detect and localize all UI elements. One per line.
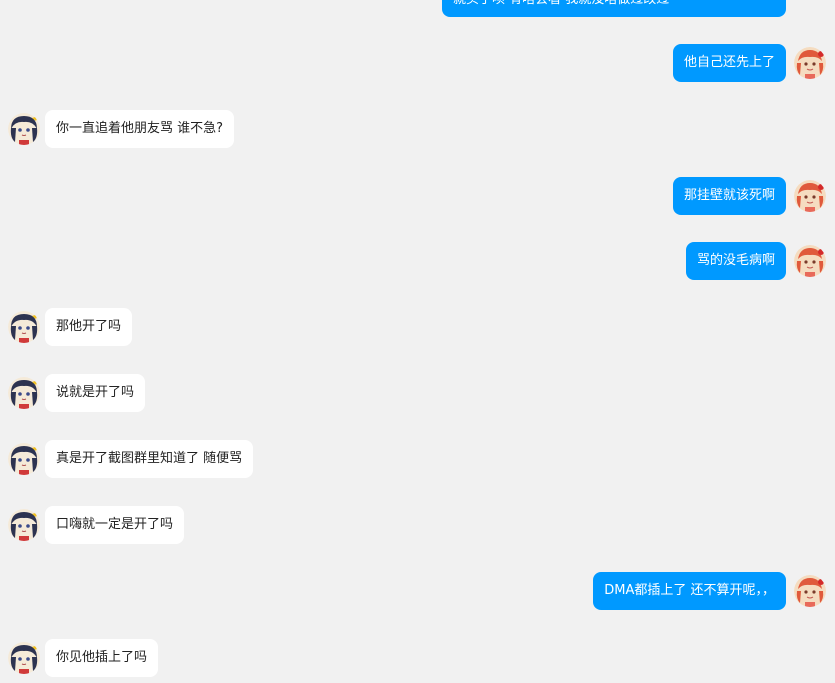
dark-hair-girl-avatar-icon [8,642,40,674]
message-bubble-incoming[interactable]: 你见他插上了吗 [45,639,159,677]
red-hair-girl-avatar-icon [794,47,826,79]
message-bubble-incoming[interactable]: 说就是开了吗 [45,374,146,412]
dark-hair-girl-avatar-icon [8,443,40,475]
message-row-outgoing: 他自己还先上了 [0,43,835,83]
contact-avatar[interactable] [8,311,40,343]
message-bubble-outgoing[interactable]: 他自己还先上了 [672,44,786,82]
self-avatar[interactable] [794,47,826,79]
message-row-outgoing: 那挂壁就该死啊 [0,176,835,216]
dark-hair-girl-avatar-icon [8,377,40,409]
message-row-incoming: 你见他插上了吗 [0,638,835,678]
message-bubble-outgoing[interactable]: 就买了呗 有啥会看 我就没啥做过改过 [442,0,786,17]
contact-avatar[interactable] [8,377,40,409]
message-bubble-incoming[interactable]: 口嗨就一定是开了吗 [45,506,185,544]
self-avatar[interactable] [794,180,826,212]
message-row-outgoing: 就买了呗 有啥会看 我就没啥做过改过 [0,0,835,40]
message-bubble-incoming[interactable]: 你一直追着他朋友骂 谁不急? [45,110,235,148]
message-row-incoming: 口嗨就一定是开了吗 [0,505,835,545]
self-avatar[interactable] [794,245,826,277]
dark-hair-girl-avatar-icon [8,509,40,541]
red-hair-girl-avatar-icon [794,575,826,607]
contact-avatar[interactable] [8,642,40,674]
self-avatar[interactable] [794,575,826,607]
message-row-incoming: 说就是开了吗 [0,373,835,413]
dark-hair-girl-avatar-icon [8,113,40,145]
message-row-incoming: 那他开了吗 [0,307,835,347]
message-bubble-outgoing[interactable]: 那挂壁就该死啊 [672,177,786,215]
message-bubble-incoming[interactable]: 真是开了截图群里知道了 随便骂 [45,440,254,478]
message-row-incoming: 你一直追着他朋友骂 谁不急? [0,109,835,149]
chat-message-list[interactable]: 就买了呗 有啥会看 我就没啥做过改过 他自己还先上了 [0,0,835,683]
message-row-outgoing: DMA都插上了 还不算开呢，， [0,571,835,611]
message-bubble-incoming[interactable]: 那他开了吗 [45,308,133,346]
message-row-outgoing: 骂的没毛病啊 [0,241,835,281]
message-bubble-outgoing[interactable]: 骂的没毛病啊 [685,242,786,280]
red-hair-girl-avatar-icon [794,245,826,277]
contact-avatar[interactable] [8,509,40,541]
contact-avatar[interactable] [8,443,40,475]
contact-avatar[interactable] [8,113,40,145]
message-bubble-outgoing[interactable]: DMA都插上了 还不算开呢，， [593,572,786,610]
red-hair-girl-avatar-icon [794,180,826,212]
dark-hair-girl-avatar-icon [8,311,40,343]
message-row-incoming: 真是开了截图群里知道了 随便骂 [0,439,835,479]
